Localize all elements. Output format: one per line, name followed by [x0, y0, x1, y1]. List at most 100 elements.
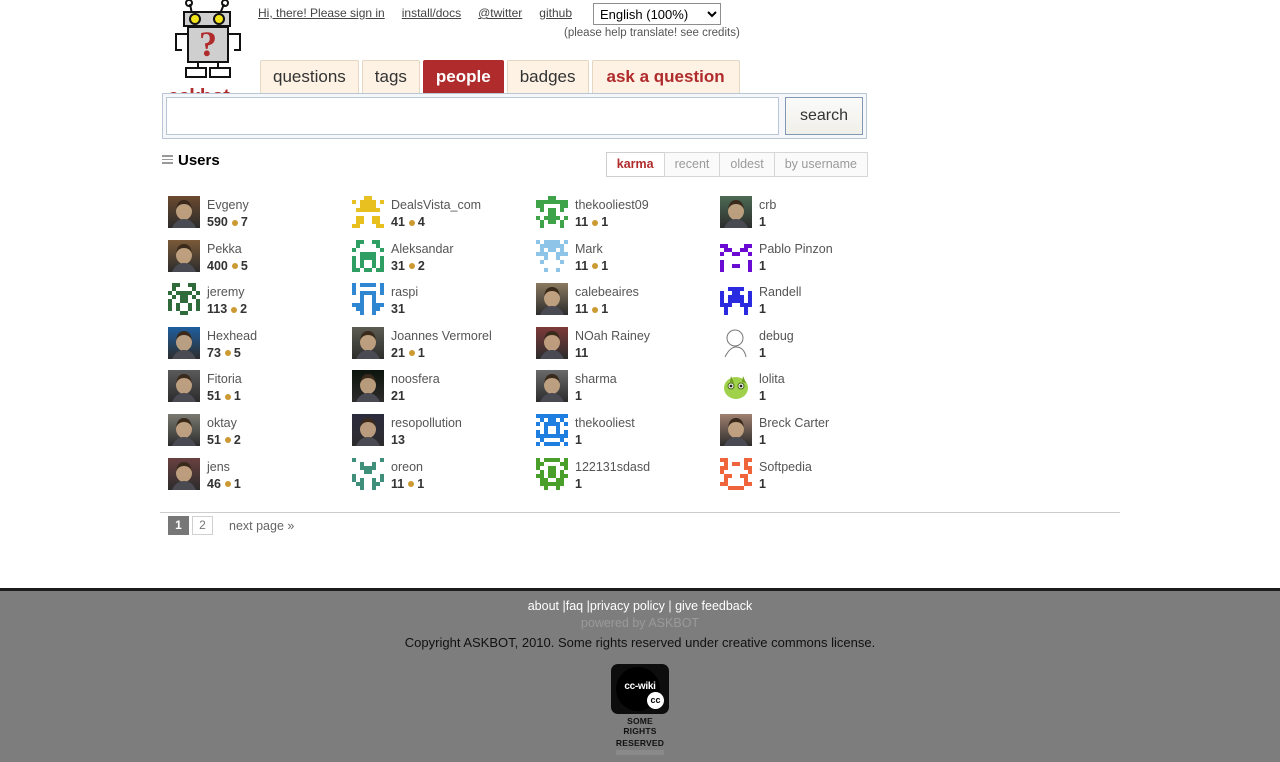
avatar[interactable]: [536, 457, 568, 490]
search-input[interactable]: [166, 97, 779, 135]
github-link[interactable]: github: [539, 6, 572, 20]
avatar[interactable]: [720, 370, 752, 403]
avatar[interactable]: [352, 370, 384, 403]
avatar[interactable]: [536, 326, 568, 359]
avatar[interactable]: [720, 196, 752, 228]
avatar[interactable]: [168, 326, 200, 359]
user-list-item[interactable]: raspi 31: [352, 283, 536, 327]
avatar[interactable]: [720, 457, 752, 490]
tab-tags[interactable]: tags: [361, 60, 420, 94]
sort-oldest[interactable]: oldest: [719, 152, 775, 177]
sort-karma[interactable]: karma: [605, 152, 665, 177]
footer-privacy-link[interactable]: privacy policy: [590, 599, 665, 613]
avatar[interactable]: [720, 326, 752, 359]
user-name-link[interactable]: DealsVista_com: [391, 197, 481, 214]
avatar[interactable]: [536, 370, 568, 403]
user-name-link[interactable]: Pablo Pinzon: [759, 241, 833, 258]
page-1-button[interactable]: 1: [168, 516, 189, 535]
user-list-item[interactable]: oreon 11 1: [352, 457, 536, 502]
user-list-item[interactable]: Hexhead 73 5: [168, 326, 352, 371]
creative-commons-badge[interactable]: cc-wiki cc SOME RIGHTS RESERVED: [611, 664, 669, 755]
user-name-link[interactable]: jens: [207, 459, 241, 476]
user-name-link[interactable]: Joannes Vermorel: [391, 328, 492, 345]
user-name-link[interactable]: noosfera: [391, 371, 440, 388]
user-list-item[interactable]: Randell 1: [720, 283, 904, 327]
sort-recent[interactable]: recent: [663, 152, 721, 177]
avatar[interactable]: [536, 413, 568, 446]
user-name-link[interactable]: Hexhead: [207, 328, 257, 345]
avatar[interactable]: [352, 196, 384, 228]
user-name-link[interactable]: thekooliest09: [575, 197, 649, 214]
next-page-link[interactable]: next page »: [229, 519, 294, 533]
user-list-item[interactable]: Pablo Pinzon 1: [720, 239, 904, 284]
avatar[interactable]: [720, 413, 752, 446]
sort-by-username[interactable]: by username: [773, 152, 868, 177]
search-button[interactable]: search: [785, 97, 863, 135]
avatar[interactable]: [168, 413, 200, 446]
avatar[interactable]: [352, 283, 384, 316]
user-name-link[interactable]: thekooliest: [575, 415, 635, 432]
install-docs-link[interactable]: install/docs: [402, 6, 461, 20]
user-list-item[interactable]: thekooliest09 11 1: [536, 196, 720, 240]
page-2-button[interactable]: 2: [192, 516, 213, 535]
tab-ask-a-question[interactable]: ask a question: [591, 60, 740, 94]
user-name-link[interactable]: lolita: [759, 371, 785, 388]
avatar[interactable]: [536, 239, 568, 272]
sign-in-link[interactable]: Hi, there! Please sign in: [258, 6, 385, 20]
user-name-link[interactable]: oktay: [207, 415, 241, 432]
user-list-item[interactable]: 122131sdasd 1: [536, 457, 720, 502]
language-select[interactable]: English (100%): [593, 3, 721, 25]
user-name-link[interactable]: Breck Carter: [759, 415, 829, 432]
user-name-link[interactable]: calebeaires: [575, 284, 639, 301]
askbot-logo[interactable]: ? askbot: [168, 0, 252, 108]
user-name-link[interactable]: Randell: [759, 284, 801, 301]
user-list-item[interactable]: Evgeny 590 7: [168, 196, 352, 240]
footer-faq-link[interactable]: faq: [566, 599, 583, 613]
user-list-item[interactable]: calebeaires 11 1: [536, 283, 720, 327]
avatar[interactable]: [168, 196, 200, 228]
avatar[interactable]: [352, 326, 384, 359]
avatar[interactable]: [720, 239, 752, 272]
tab-people[interactable]: people: [422, 60, 504, 94]
user-list-item[interactable]: jens 46 1: [168, 457, 352, 502]
user-list-item[interactable]: jeremy 113 2: [168, 283, 352, 327]
avatar[interactable]: [352, 413, 384, 446]
user-list-item[interactable]: Aleksandar 31 2: [352, 239, 536, 284]
user-list-item[interactable]: sharma 1: [536, 370, 720, 414]
tab-questions[interactable]: questions: [260, 60, 359, 94]
avatar[interactable]: [352, 239, 384, 272]
user-list-item[interactable]: DealsVista_com 41 4: [352, 196, 536, 240]
user-name-link[interactable]: sharma: [575, 371, 617, 388]
user-name-link[interactable]: crb: [759, 197, 776, 214]
user-list-item[interactable]: Fitoria 51 1: [168, 370, 352, 414]
avatar[interactable]: [352, 457, 384, 490]
user-list-item[interactable]: thekooliest 1: [536, 413, 720, 458]
user-name-link[interactable]: Aleksandar: [391, 241, 454, 258]
user-list-item[interactable]: Mark 11 1: [536, 239, 720, 284]
avatar[interactable]: [720, 283, 752, 316]
user-name-link[interactable]: NOah Rainey: [575, 328, 650, 345]
user-name-link[interactable]: Fitoria: [207, 371, 242, 388]
user-name-link[interactable]: Pekka: [207, 241, 248, 258]
user-name-link[interactable]: Mark: [575, 241, 608, 258]
user-list-item[interactable]: crb 1: [720, 196, 904, 240]
avatar[interactable]: [168, 283, 200, 316]
user-name-link[interactable]: raspi: [391, 284, 418, 301]
footer-about-link[interactable]: about: [528, 599, 559, 613]
footer-feedback-link[interactable]: give feedback: [675, 599, 752, 613]
avatar[interactable]: [168, 457, 200, 490]
avatar[interactable]: [536, 196, 568, 228]
user-name-link[interactable]: 122131sdasd: [575, 459, 650, 476]
user-name-link[interactable]: oreon: [391, 459, 424, 476]
user-list-item[interactable]: debug 1: [720, 326, 904, 371]
twitter-link[interactable]: @twitter: [478, 6, 522, 20]
user-list-item[interactable]: lolita 1: [720, 370, 904, 414]
avatar[interactable]: [168, 239, 200, 272]
user-list-item[interactable]: NOah Rainey 11: [536, 326, 720, 371]
tab-badges[interactable]: badges: [506, 60, 589, 94]
user-list-item[interactable]: resopollution 13: [352, 413, 536, 458]
avatar[interactable]: [168, 370, 200, 403]
user-list-item[interactable]: Breck Carter 1: [720, 413, 904, 458]
user-list-item[interactable]: oktay 51 2: [168, 413, 352, 458]
user-list-item[interactable]: Joannes Vermorel 21 1: [352, 326, 536, 371]
